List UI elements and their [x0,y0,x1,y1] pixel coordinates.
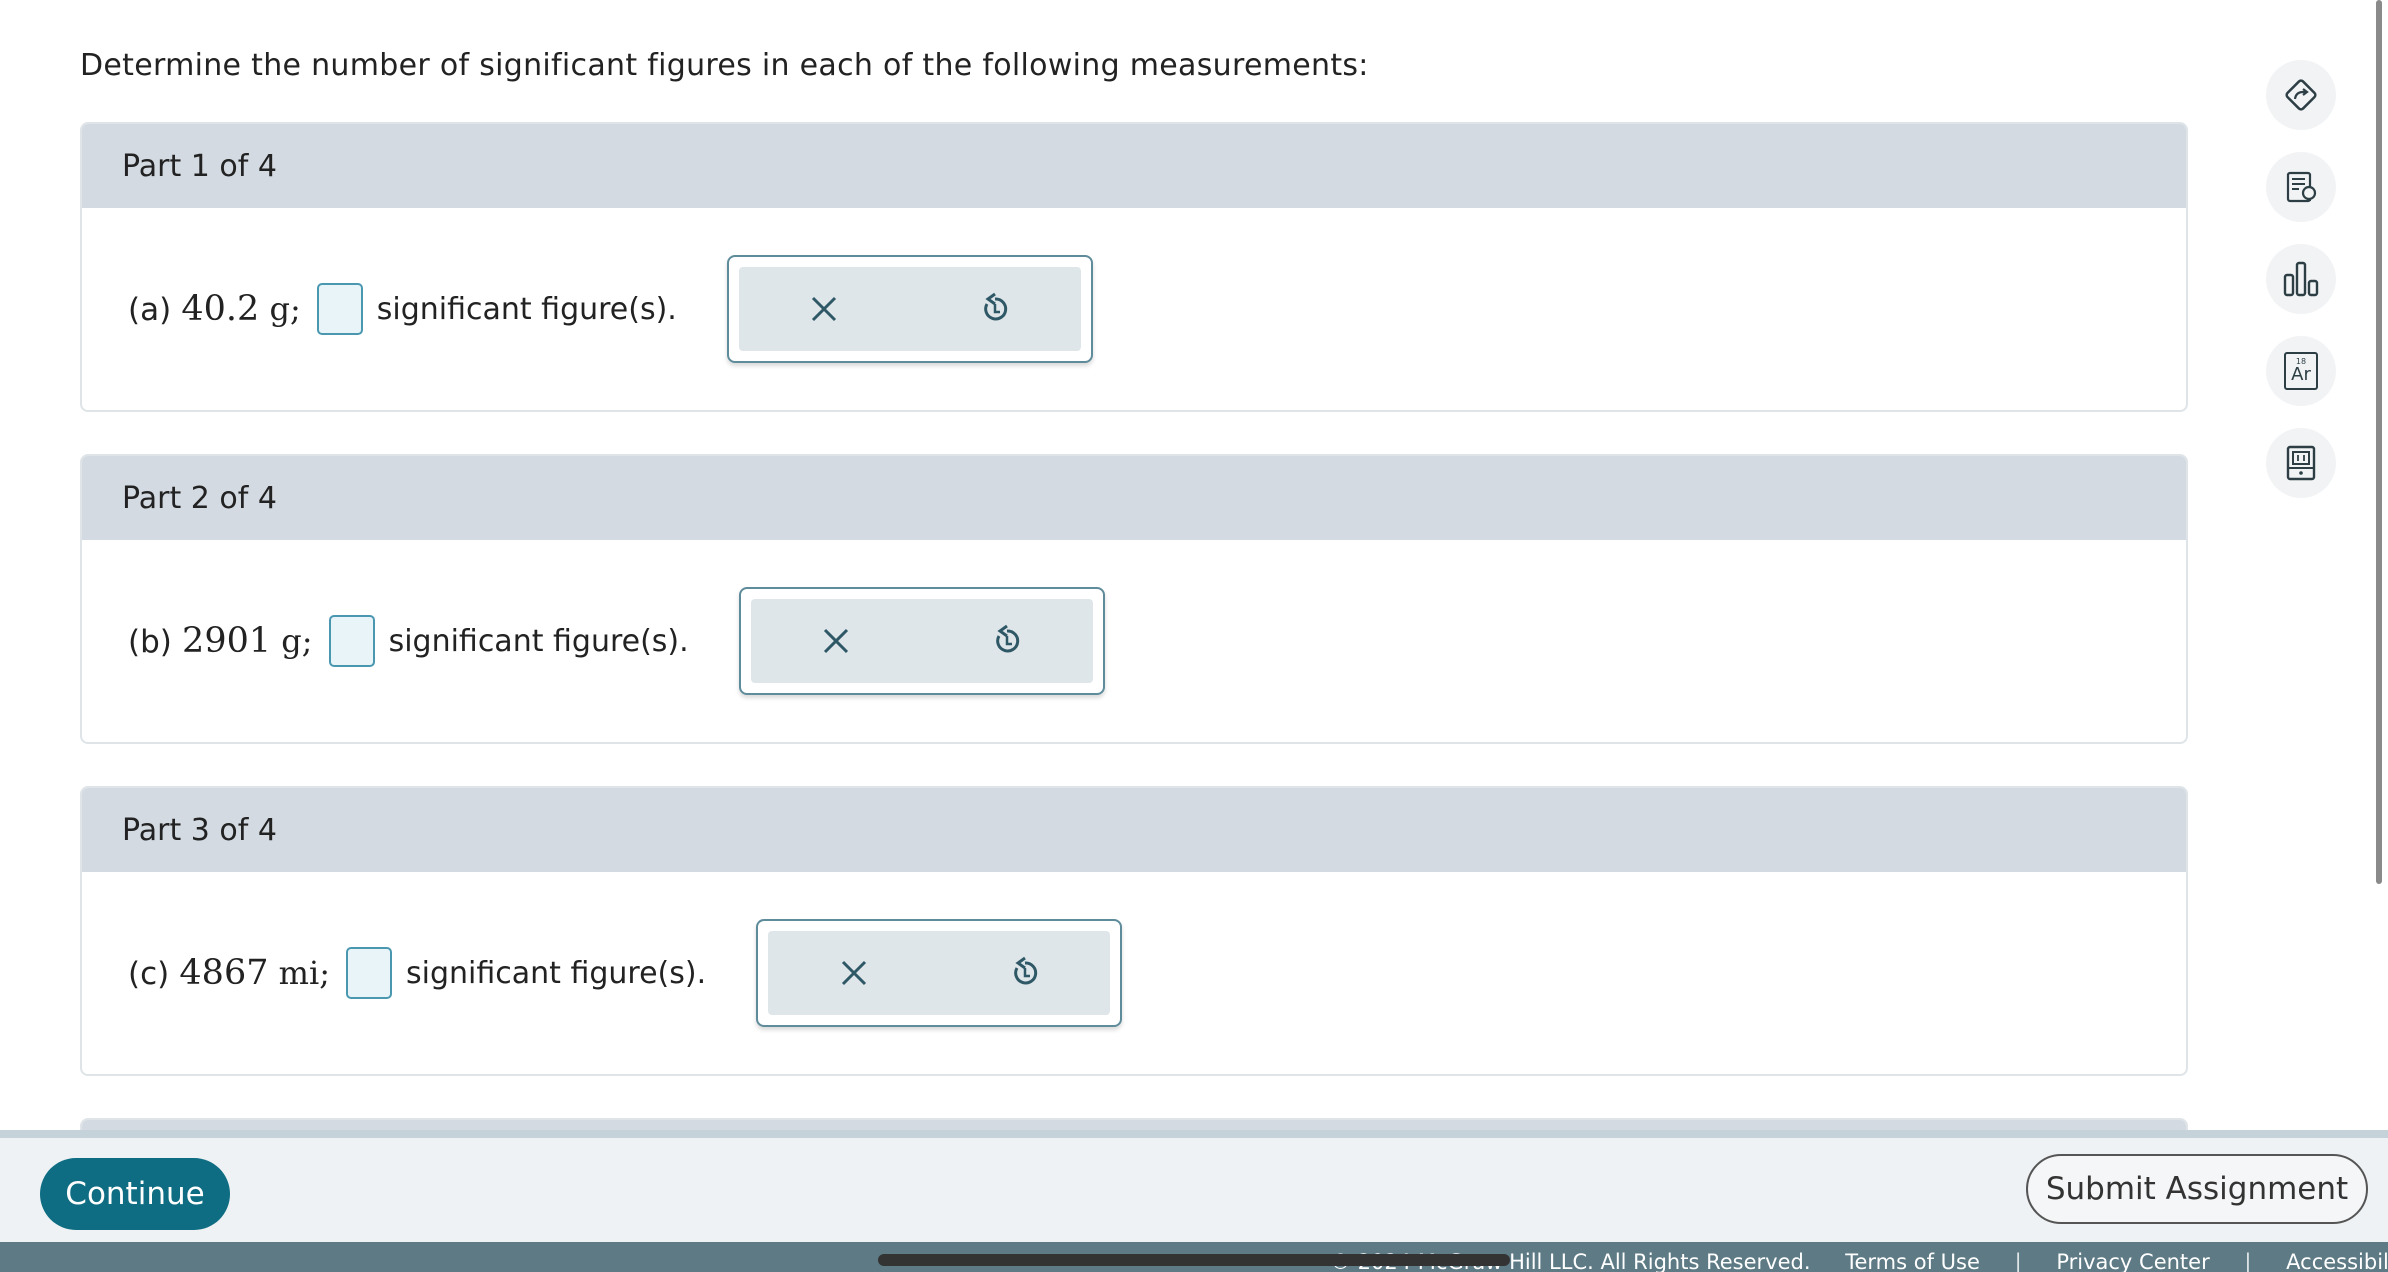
data-chart-button[interactable] [2266,244,2336,314]
privacy-center-link[interactable]: Privacy Center [2056,1250,2209,1272]
calculator-icon [2286,445,2316,481]
part-3-undo-button[interactable] [985,938,1065,1008]
accessibility-link[interactable]: Accessibility [2286,1250,2388,1272]
part-2-unit: g; [281,622,313,660]
part-1-undo-button[interactable] [955,274,1035,344]
part-1-tool-panel [726,255,1093,363]
part-3-letter: (c) [128,956,170,992]
part-3-header: Part 3 of 4 [82,788,2186,872]
question-prompt: Determine the number of significant figu… [80,48,1369,83]
part-1-header: Part 1 of 4 [82,124,2186,208]
periodic-icon-symbol: Ar [2291,364,2311,385]
footer-bar: Continue Submit Assignment [0,1130,2388,1242]
part-3-value: 4867 [179,953,269,993]
part-3-card: Part 3 of 4 (c) 4867 mi; significant fig… [80,786,2188,1076]
part-2-card: Part 2 of 4 (b) 2901 g; significant figu… [80,454,2188,744]
undo-icon [996,624,1020,653]
terms-of-use-link[interactable]: Terms of Use [1845,1250,1980,1272]
data-chart-icon [2283,261,2319,297]
part-3-answer-input[interactable] [346,947,393,999]
part-1-unit: g; [269,290,301,328]
link-separator: | [2014,1250,2022,1272]
home-indicator [878,1254,1510,1266]
part-3-suffix: significant figure(s). [406,955,707,991]
part-3-unit: mi; [278,954,331,992]
part-3-tool-panel [756,919,1123,1027]
undo-icon [984,292,1008,321]
continue-button[interactable]: Continue [40,1158,230,1230]
undo-icon [1013,956,1037,985]
part-1-value: 40.2 [181,289,260,329]
part-1-card: Part 1 of 4 (a) 40.2 g; significant figu… [80,122,2188,412]
part-2-tool-panel [738,587,1105,695]
close-icon [824,628,849,654]
part-2-answer-input[interactable] [328,615,375,667]
guided-solution-button[interactable] [2266,60,2336,130]
part-1-clear-button[interactable] [784,274,864,344]
periodic-table-icon: 18 Ar [2284,352,2318,390]
part-2-value: 2901 [182,621,272,661]
close-icon [812,296,837,322]
submit-assignment-button[interactable]: Submit Assignment [2026,1154,2368,1224]
part-1-answer-input[interactable] [316,283,363,335]
periodic-table-button[interactable]: 18 Ar [2266,336,2336,406]
part-3-clear-button[interactable] [814,938,894,1008]
calculator-button[interactable] [2266,428,2336,498]
part-1-letter: (a) [128,292,172,328]
hint-button[interactable] [2266,152,2336,222]
close-icon [841,960,866,986]
part-2-clear-button[interactable] [796,606,876,676]
guided-solution-icon [2285,79,2317,111]
hint-icon [2286,171,2317,203]
vertical-scrollbar[interactable] [2376,0,2382,884]
part-2-header: Part 2 of 4 [82,456,2186,540]
part-1-suffix: significant figure(s). [376,291,677,327]
part-2-undo-button[interactable] [967,606,1047,676]
part-2-suffix: significant figure(s). [388,623,689,659]
link-separator: | [2244,1250,2252,1272]
part-2-letter: (b) [128,624,172,660]
